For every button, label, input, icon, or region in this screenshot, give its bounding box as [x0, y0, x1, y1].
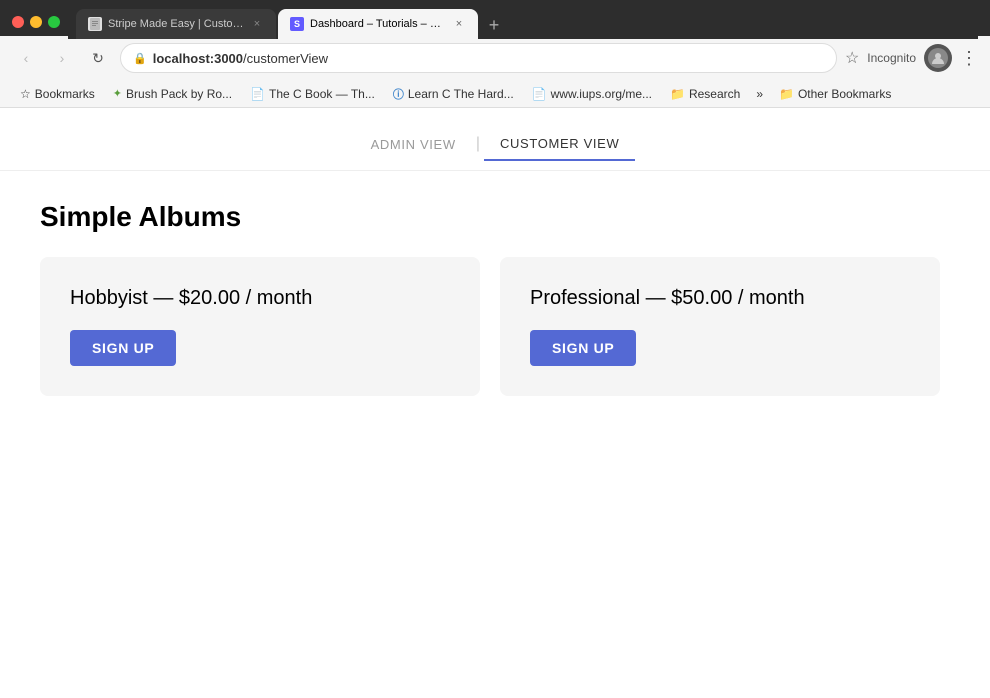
close-window-button[interactable]: [12, 16, 24, 28]
tab-stripe-made-easy[interactable]: Stripe Made Easy | Customer V ×: [76, 9, 276, 39]
plans-grid: Hobbyist — $20.00 / month SIGN UP Profes…: [40, 257, 940, 396]
tabs-bar: Stripe Made Easy | Customer V × S Dashbo…: [68, 5, 978, 39]
tab-label-2: Dashboard – Tutorials – Stripe: [310, 18, 446, 30]
signup-button-professional[interactable]: SIGN UP: [530, 330, 636, 366]
bookmark-brush-pack[interactable]: ✦ Brush Pack by Ro...: [105, 85, 240, 103]
title-bar: Stripe Made Easy | Customer V × S Dashbo…: [0, 0, 990, 36]
bookmarks-star-icon: ☆: [20, 87, 31, 101]
profile-button[interactable]: [924, 44, 952, 72]
view-tabs: ADMIN VIEW | CUSTOMER VIEW: [0, 108, 990, 171]
maximize-window-button[interactable]: [48, 16, 60, 28]
other-bookmarks-icon: 📁: [779, 87, 794, 101]
tab-close-1[interactable]: ×: [250, 17, 264, 31]
more-bookmarks-button[interactable]: »: [750, 85, 769, 103]
plan-card-hobbyist: Hobbyist — $20.00 / month SIGN UP: [40, 257, 480, 396]
url-text: localhost:3000/customerView: [153, 51, 824, 66]
plan-title-hobbyist: Hobbyist — $20.00 / month: [70, 287, 450, 310]
bookmarks-text: Bookmarks: [35, 87, 95, 101]
bookmarks-label[interactable]: ☆ Bookmarks: [12, 85, 103, 103]
bookmark-iups-icon: 📄: [532, 87, 547, 101]
plan-title-professional: Professional — $50.00 / month: [530, 287, 910, 310]
tab-admin-view[interactable]: ADMIN VIEW: [355, 129, 472, 160]
other-bookmarks-label: Other Bookmarks: [798, 87, 891, 101]
new-tab-button[interactable]: +: [480, 11, 508, 39]
bookmark-iups[interactable]: 📄 www.iups.org/me...: [524, 85, 660, 103]
bookmark-iups-label: www.iups.org/me...: [551, 87, 652, 101]
tab-close-2[interactable]: ×: [452, 17, 466, 31]
main-section: Simple Albums Hobbyist — $20.00 / month …: [0, 171, 990, 426]
profile-avatar: [928, 48, 948, 68]
back-button[interactable]: ‹: [12, 44, 40, 72]
bookmark-learnc-label: Learn C The Hard...: [408, 87, 514, 101]
tab-favicon-stripe-icon: S: [290, 17, 304, 31]
bookmark-research-folder[interactable]: 📁 Research: [662, 85, 748, 103]
url-domain: localhost:3000: [153, 51, 243, 66]
page-title: Simple Albums: [40, 201, 950, 233]
research-folder-label: Research: [689, 87, 740, 101]
incognito-label: Incognito: [867, 51, 916, 65]
traffic-lights: [12, 16, 60, 28]
bookmark-brush-icon: ✦: [113, 87, 122, 100]
page-content: ADMIN VIEW | CUSTOMER VIEW Simple Albums…: [0, 108, 990, 698]
bookmark-learnc-icon: ⓘ: [393, 86, 404, 102]
bookmark-c-book[interactable]: 📄 The C Book — Th...: [242, 85, 383, 103]
browser-menu-button[interactable]: ⋮: [960, 48, 978, 69]
signup-button-hobbyist[interactable]: SIGN UP: [70, 330, 176, 366]
bookmark-brush-label: Brush Pack by Ro...: [126, 87, 232, 101]
url-bar[interactable]: 🔒 localhost:3000/customerView: [120, 43, 837, 73]
research-folder-icon: 📁: [670, 87, 685, 101]
bookmark-star-icon[interactable]: ☆: [845, 48, 859, 68]
bookmark-learn-c[interactable]: ⓘ Learn C The Hard...: [385, 84, 522, 104]
stripe-favicon-letter: S: [294, 19, 300, 29]
address-bar-row: ‹ › ↻ 🔒 localhost:3000/customerView ☆ In…: [0, 36, 990, 80]
bookmarks-bar: ☆ Bookmarks ✦ Brush Pack by Ro... 📄 The …: [0, 80, 990, 108]
tab-customer-view[interactable]: CUSTOMER VIEW: [484, 128, 635, 161]
lock-icon: 🔒: [133, 52, 147, 65]
tab-favicon-page-icon: [88, 17, 102, 31]
tab-stripe-dashboard[interactable]: S Dashboard – Tutorials – Stripe ×: [278, 9, 478, 39]
tab-label-1: Stripe Made Easy | Customer V: [108, 18, 244, 30]
plan-card-professional: Professional — $50.00 / month SIGN UP: [500, 257, 940, 396]
browser-chrome: Stripe Made Easy | Customer V × S Dashbo…: [0, 0, 990, 108]
bookmark-c-icon: 📄: [250, 87, 265, 101]
bookmark-c-label: The C Book — Th...: [269, 87, 375, 101]
reload-button[interactable]: ↻: [84, 44, 112, 72]
minimize-window-button[interactable]: [30, 16, 42, 28]
other-bookmarks-folder[interactable]: 📁 Other Bookmarks: [771, 85, 899, 103]
url-path: /customerView: [243, 51, 328, 66]
forward-button[interactable]: ›: [48, 44, 76, 72]
tab-divider: |: [476, 135, 480, 153]
